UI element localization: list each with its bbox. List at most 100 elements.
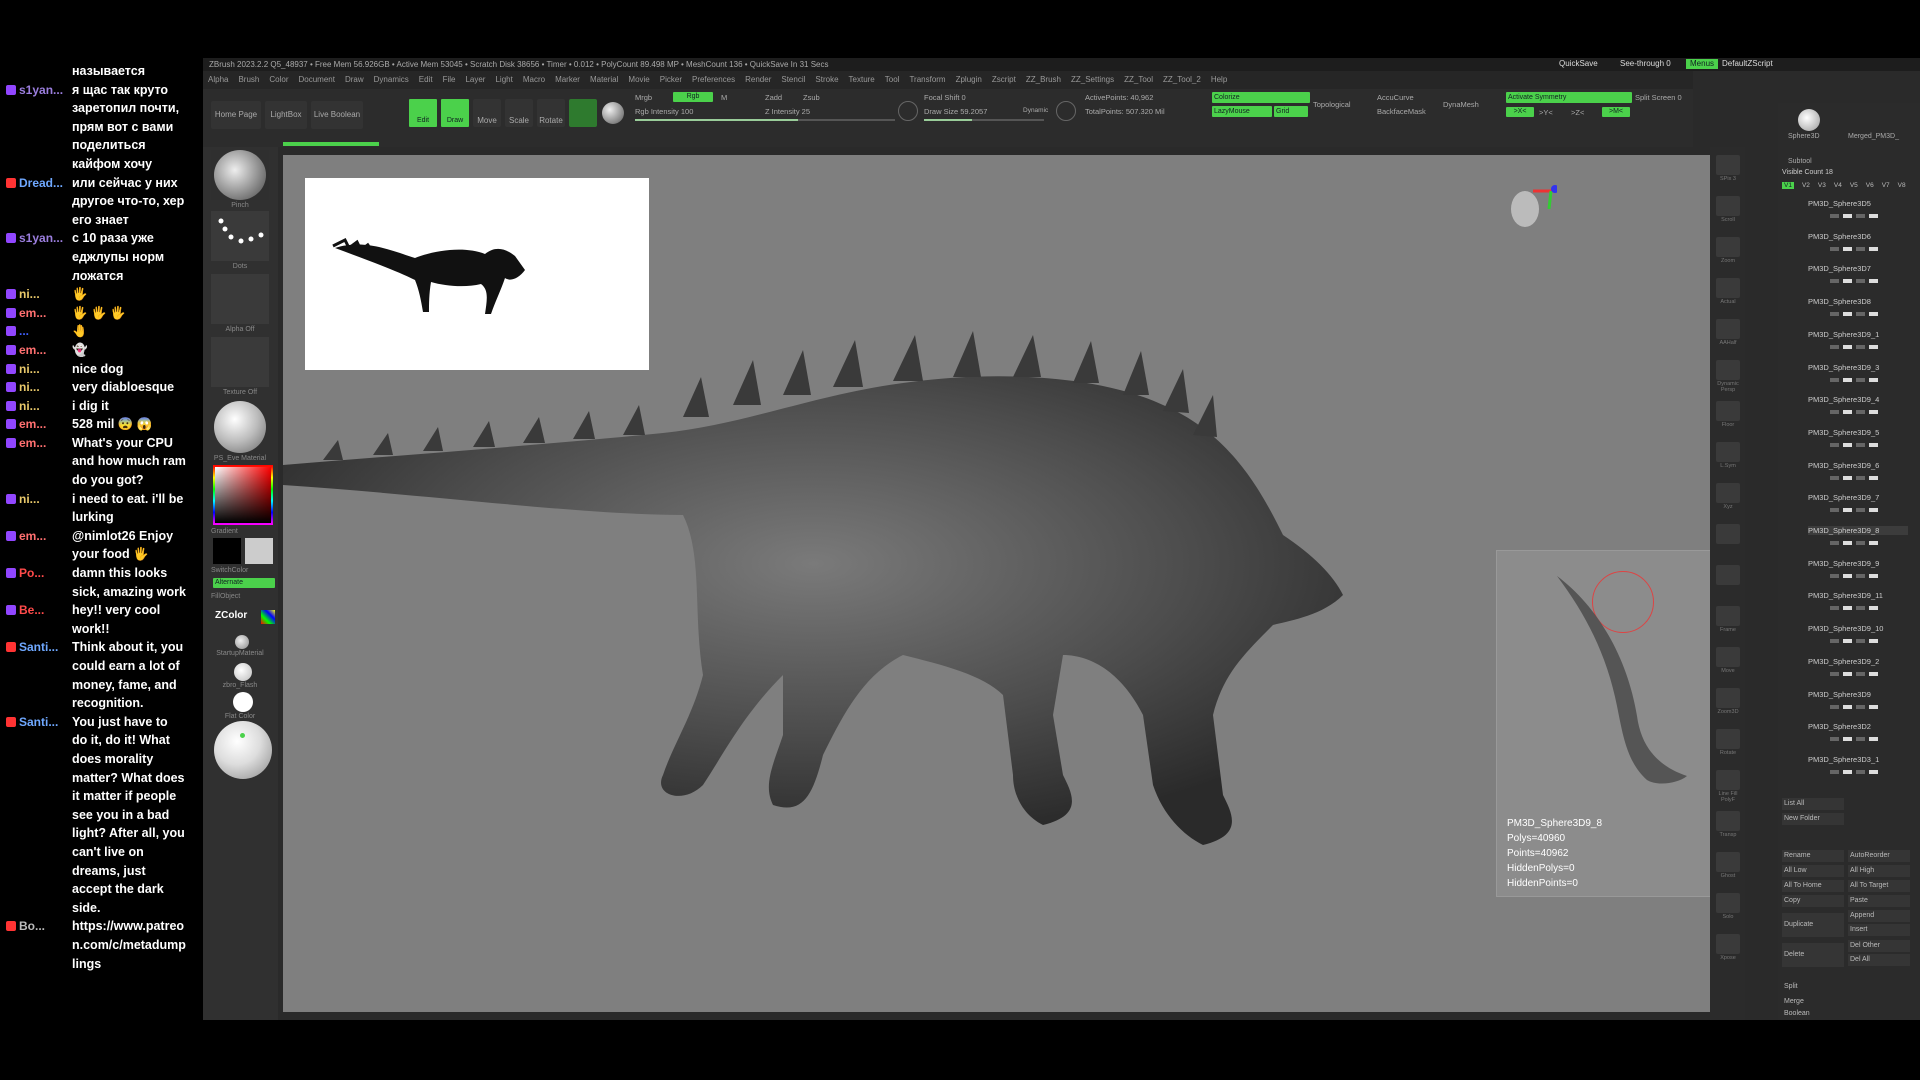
subtool-item-controls[interactable] xyxy=(1830,767,1890,774)
chat-username[interactable]: s1yan... xyxy=(19,229,63,248)
startup-material-icon[interactable] xyxy=(235,635,249,649)
viewport-tool-icon[interactable]: Frame xyxy=(1716,606,1740,633)
subtool-item-controls[interactable] xyxy=(1830,538,1890,545)
stroke-selector[interactable] xyxy=(211,211,269,261)
subtool-item[interactable]: PM3D_Sphere3D9_6 xyxy=(1808,461,1908,480)
navigation-sphere-icon[interactable] xyxy=(214,721,272,779)
lazymouse-toggle[interactable]: LazyMouse xyxy=(1212,106,1272,117)
edit-mode-button[interactable]: Edit xyxy=(409,99,437,127)
subtool-item-controls[interactable] xyxy=(1830,505,1890,513)
new-folder-button[interactable]: New Folder xyxy=(1782,813,1844,825)
split-screen-slider[interactable]: Split Screen 0 xyxy=(1635,93,1682,102)
menu-texture[interactable]: Texture xyxy=(849,75,875,84)
symmetry-y-toggle[interactable]: >Y< xyxy=(1539,108,1553,117)
rgb-intensity-track[interactable] xyxy=(635,119,765,121)
all-high-button[interactable]: All High xyxy=(1848,865,1910,877)
switch-color-button[interactable]: SwitchColor xyxy=(211,567,269,574)
split-section[interactable]: Split xyxy=(1782,981,1844,993)
chat-username[interactable]: Be... xyxy=(19,601,44,620)
alternate-toggle[interactable]: Alternate xyxy=(213,578,275,588)
version-toggle[interactable]: V2 xyxy=(1802,182,1810,189)
viewport-tool-icon[interactable]: Floor xyxy=(1716,401,1740,428)
subtool-item[interactable]: PM3D_Sphere3D9_8 xyxy=(1808,526,1908,545)
menu-file[interactable]: File xyxy=(443,75,456,84)
subtool-item[interactable]: PM3D_Sphere3D9_1 xyxy=(1808,330,1908,349)
z-intensity-slider[interactable]: Z Intensity 25 xyxy=(765,107,810,116)
viewport-tool-icon[interactable]: SPix 3 xyxy=(1716,155,1740,182)
subtool-item[interactable]: PM3D_Sphere3D9_2 xyxy=(1808,657,1908,676)
subtool-item-controls[interactable] xyxy=(1830,571,1890,578)
draw-size-slider[interactable]: Draw Size 59.2057 xyxy=(924,107,987,116)
viewport-tool-icon[interactable]: Zoom xyxy=(1716,237,1740,264)
subtool-item-controls[interactable] xyxy=(1830,211,1890,218)
boolean-section[interactable]: Boolean xyxy=(1782,1008,1844,1020)
material-sphere-button[interactable] xyxy=(569,99,597,127)
lightbox-button[interactable]: LightBox xyxy=(265,101,307,129)
mrgb-toggle[interactable]: Mrgb xyxy=(635,93,652,102)
rgb-intensity-slider[interactable]: Rgb Intensity 100 xyxy=(635,107,693,116)
list-all-button[interactable]: List All xyxy=(1782,798,1844,810)
chat-username[interactable]: ni... xyxy=(19,378,40,397)
dynamic-size-icon[interactable] xyxy=(1056,101,1076,121)
menu-help[interactable]: Help xyxy=(1211,75,1227,84)
chat-username[interactable]: em... xyxy=(19,434,46,453)
all-to-target-button[interactable]: All To Target xyxy=(1848,880,1910,892)
subtool-item-controls[interactable] xyxy=(1830,702,1890,709)
menu-stencil[interactable]: Stencil xyxy=(781,75,805,84)
version-toggle[interactable]: V5 xyxy=(1850,182,1858,189)
draw-mode-button[interactable]: Draw xyxy=(441,99,469,127)
subtool-item[interactable]: PM3D_Sphere3D6 xyxy=(1808,232,1908,251)
menu-zz-brush[interactable]: ZZ_Brush xyxy=(1026,75,1061,84)
material-selector[interactable] xyxy=(211,399,269,453)
subtool-item-controls[interactable] xyxy=(1830,309,1890,317)
viewport-tool-icon[interactable]: Solo xyxy=(1716,893,1740,920)
duplicate-button[interactable]: Duplicate xyxy=(1782,913,1844,937)
subtool-item-controls[interactable] xyxy=(1830,603,1890,611)
chat-username[interactable]: ni... xyxy=(19,490,40,509)
texture-selector[interactable] xyxy=(211,337,269,387)
subtool-item[interactable]: PM3D_Sphere3D7 xyxy=(1808,264,1908,284)
alpha-selector[interactable] xyxy=(211,274,269,324)
paste-button[interactable]: Paste xyxy=(1848,895,1910,907)
menu-marker[interactable]: Marker xyxy=(555,75,580,84)
viewport-tool-icon[interactable] xyxy=(1716,524,1740,544)
menu-document[interactable]: Document xyxy=(299,75,335,84)
document-viewport[interactable]: PM3D_Sphere3D9_8 Polys=40960 Points=4096… xyxy=(283,155,1710,1012)
version-toggle[interactable]: V3 xyxy=(1818,182,1826,189)
subtool-item-controls[interactable] xyxy=(1830,734,1890,742)
menu-light[interactable]: Light xyxy=(495,75,512,84)
chat-username[interactable]: ni... xyxy=(19,285,40,304)
subtool-item[interactable]: PM3D_Sphere3D5 xyxy=(1808,199,1908,218)
subtool-item[interactable]: PM3D_Sphere3D9_10 xyxy=(1808,624,1908,644)
subtool-item[interactable]: PM3D_Sphere3D2 xyxy=(1808,722,1908,742)
viewport-tool-icon[interactable]: Xyz xyxy=(1716,483,1740,510)
symmetry-z-toggle[interactable]: >Z< xyxy=(1571,108,1584,117)
subtool-item-controls[interactable] xyxy=(1830,276,1890,284)
menu-render[interactable]: Render xyxy=(745,75,771,84)
menu-edit[interactable]: Edit xyxy=(419,75,433,84)
menu-movie[interactable]: Movie xyxy=(628,75,649,84)
menu-dynamics[interactable]: Dynamics xyxy=(374,75,409,84)
chat-username[interactable]: Santi... xyxy=(19,638,58,657)
del-other-button[interactable]: Del Other xyxy=(1848,940,1910,952)
chat-username[interactable]: em... xyxy=(19,304,46,323)
chat-username[interactable]: Po... xyxy=(19,564,44,583)
rgb-toggle[interactable]: Rgb xyxy=(673,92,713,102)
backface-mask-toggle[interactable]: BackfaceMask xyxy=(1377,107,1426,116)
viewport-tool-icon[interactable]: Rotate xyxy=(1716,729,1740,756)
menu-picker[interactable]: Picker xyxy=(660,75,682,84)
chat-username[interactable]: em... xyxy=(19,527,46,546)
menu-color[interactable]: Color xyxy=(269,75,288,84)
chat-username[interactable]: ... xyxy=(19,322,29,341)
chat-username[interactable]: ni... xyxy=(19,360,40,379)
subtool-item[interactable]: PM3D_Sphere3D9_7 xyxy=(1808,493,1908,513)
main-color-swatch[interactable] xyxy=(213,538,241,564)
chat-username[interactable]: ni... xyxy=(19,397,40,416)
chat-username[interactable]: em... xyxy=(19,415,46,434)
dynamic-toggle[interactable]: Dynamic xyxy=(1023,107,1048,114)
menu-alpha[interactable]: Alpha xyxy=(208,75,228,84)
subtool-item-controls[interactable] xyxy=(1830,244,1890,251)
see-through-slider[interactable]: See-through 0 xyxy=(1616,59,1675,69)
version-toggle[interactable]: V7 xyxy=(1882,182,1890,189)
color-picker[interactable] xyxy=(213,465,273,525)
